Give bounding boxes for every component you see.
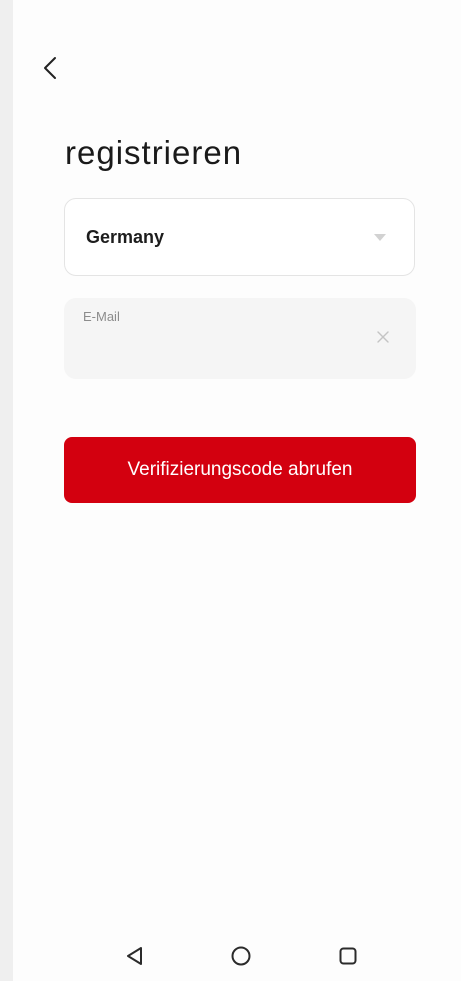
close-icon (377, 331, 389, 343)
get-verification-code-button[interactable]: Verifizierungscode abrufen (64, 437, 416, 503)
email-field[interactable]: E-Mail (64, 298, 416, 379)
circle-home-icon (231, 946, 251, 966)
country-select[interactable]: Germany (64, 198, 415, 276)
page-title: registrieren (65, 134, 243, 171)
system-navigation-bar (13, 930, 461, 981)
nav-recents-button[interactable] (336, 944, 360, 968)
clear-email-button[interactable] (375, 329, 391, 345)
email-input[interactable] (83, 330, 353, 366)
country-value: Germany (86, 227, 165, 247)
caret-down-icon (374, 234, 386, 241)
email-label: E-Mail (83, 309, 120, 324)
triangle-back-icon (127, 947, 142, 965)
nav-back-button[interactable] (123, 944, 147, 968)
chevron-left-icon (44, 57, 56, 79)
nav-home-button[interactable] (229, 944, 253, 968)
back-button[interactable] (37, 53, 63, 83)
register-screen: registrieren Germany E-Mail Verifizierun… (13, 0, 461, 981)
square-recents-icon (339, 947, 357, 965)
